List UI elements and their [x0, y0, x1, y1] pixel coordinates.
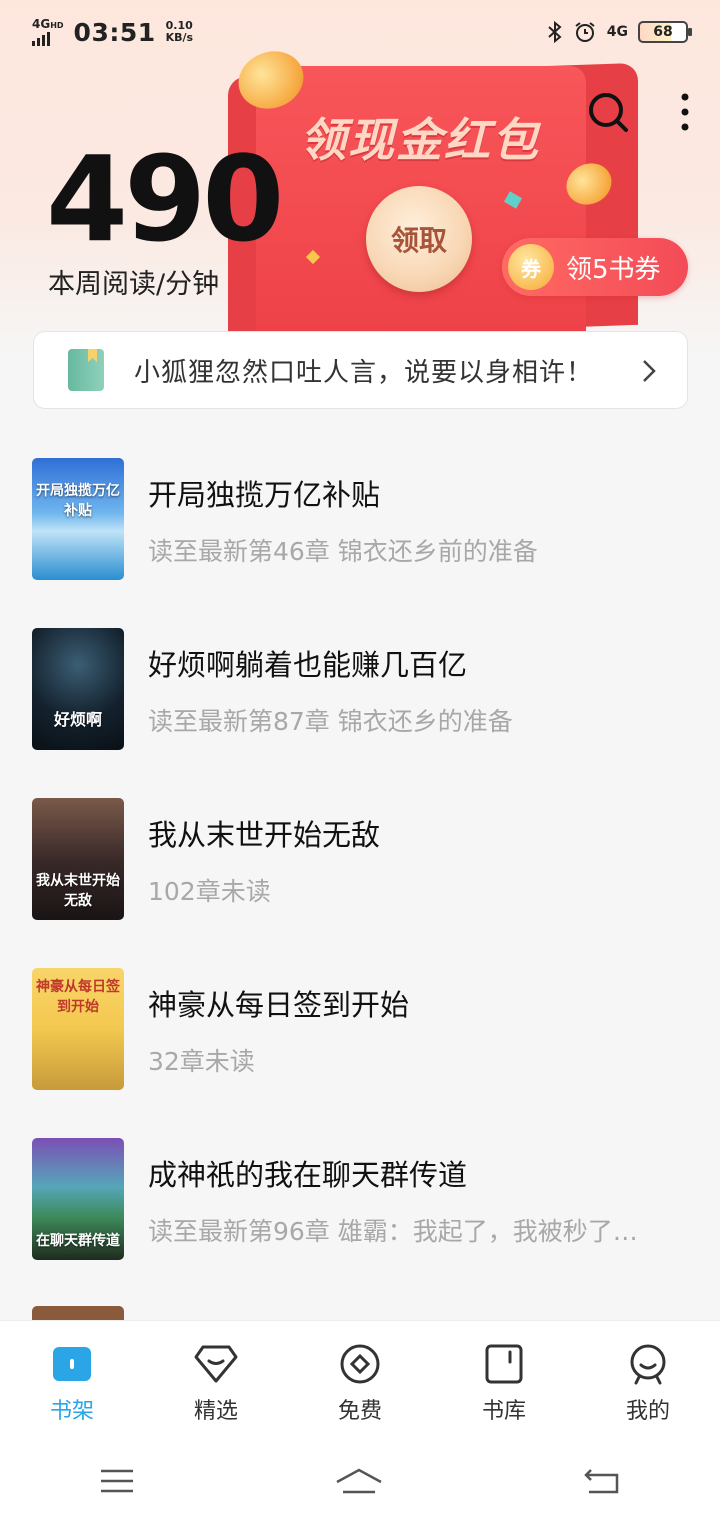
book-item[interactable]: 神豪从每日签到开始 神豪从每日签到开始 32章未读	[32, 968, 688, 1090]
profile-icon	[630, 1344, 666, 1385]
book-title: 开局独揽万亿补贴	[148, 478, 381, 512]
home-icon[interactable]	[334, 1466, 384, 1496]
promo-title: 领现金红包	[300, 113, 540, 167]
diamond-icon	[194, 1345, 238, 1383]
book-title: 我从末世开始无敌	[148, 818, 381, 852]
nav-featured[interactable]: 精选	[144, 1321, 288, 1442]
bookshelf-icon	[53, 1347, 91, 1381]
voucher-button[interactable]: 券 领5书券	[502, 238, 688, 296]
book-cover-partial	[32, 1306, 124, 1320]
book-progress: 读至最新第87章 锦衣还乡的准备	[148, 707, 513, 736]
book-icon	[68, 349, 104, 391]
voucher-label: 领5书券	[566, 254, 661, 285]
free-icon	[340, 1344, 380, 1384]
network-type: 4G	[606, 24, 628, 40]
book-title: 神豪从每日签到开始	[148, 988, 410, 1022]
chevron-right-icon	[643, 360, 656, 382]
menu-icon[interactable]	[99, 1467, 135, 1495]
nav-library[interactable]: 书库	[432, 1321, 576, 1442]
weekly-reading-minutes: 490	[46, 130, 284, 268]
book-cover: 我从末世开始无敌	[32, 798, 124, 920]
book-title: 好烦啊躺着也能赚几百亿	[148, 648, 468, 682]
status-bar: 4GHD 03:51 0.10 KB/s 4G 68	[0, 0, 720, 64]
book-cover: 好烦啊	[32, 628, 124, 750]
recommendation-banner[interactable]: 小狐狸忽然口吐人言，说要以身相许！	[33, 331, 688, 409]
book-item[interactable]: 开局独揽万亿补贴 开局独揽万亿补贴 读至最新第46章 锦衣还乡前的准备	[32, 458, 688, 580]
battery-icon: 68	[638, 21, 692, 43]
book-title: 成神祇的我在聊天群传道	[148, 1158, 468, 1192]
cell-signal-icon: 4GHD	[32, 18, 64, 46]
book-cover: 在聊天群传道	[32, 1138, 124, 1260]
claim-button[interactable]: 领取	[366, 186, 472, 292]
book-item[interactable]: 在聊天群传道 成神祇的我在聊天群传道 读至最新第96章 雄霸：我起了，我被秒了…	[32, 1138, 688, 1260]
recommendation-text: 小狐狸忽然口吐人言，说要以身相许！	[134, 357, 594, 388]
book-progress: 102章未读	[148, 877, 271, 906]
book-item[interactable]: 好烦啊 好烦啊躺着也能赚几百亿 读至最新第87章 锦衣还乡的准备	[32, 628, 688, 750]
voucher-icon: 券	[508, 244, 554, 290]
search-icon[interactable]	[586, 90, 630, 134]
book-progress: 读至最新第96章 雄霸：我起了，我被秒了…	[148, 1217, 638, 1246]
bottom-navigation: 书架 精选 免费 书库 我的	[0, 1320, 720, 1442]
book-progress: 读至最新第46章 锦衣还乡前的准备	[148, 537, 538, 566]
clock: 03:51	[73, 17, 156, 47]
more-icon[interactable]	[680, 92, 690, 132]
system-navigation-bar	[0, 1442, 720, 1520]
nav-profile[interactable]: 我的	[576, 1321, 720, 1442]
book-cover: 神豪从每日签到开始	[32, 968, 124, 1090]
book-cover: 开局独揽万亿补贴	[32, 458, 124, 580]
nav-bookshelf[interactable]: 书架	[0, 1321, 144, 1442]
library-icon	[485, 1344, 523, 1384]
network-speed: 0.10 KB/s	[165, 19, 194, 44]
book-item[interactable]: 我从末世开始无敌 我从末世开始无敌 102章未读	[32, 798, 688, 920]
nav-free[interactable]: 免费	[288, 1321, 432, 1442]
bluetooth-icon	[548, 20, 562, 44]
alarm-icon	[575, 22, 595, 42]
back-icon[interactable]	[583, 1466, 621, 1496]
book-progress: 32章未读	[148, 1047, 255, 1076]
weekly-reading-label: 本周阅读/分钟	[48, 269, 220, 300]
